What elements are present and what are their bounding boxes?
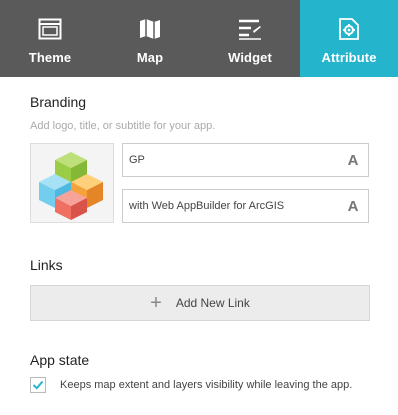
tab-theme[interactable]: Theme [0, 0, 100, 77]
keep-map-state-checkbox[interactable] [30, 377, 46, 393]
map-icon [137, 16, 163, 42]
add-new-link-button[interactable]: + Add New Link [30, 285, 370, 321]
tab-theme-label: Theme [28, 50, 72, 65]
branding-hint: Add logo, title, or subtitle for your ap… [30, 120, 216, 132]
attribute-gear-icon [336, 16, 362, 42]
plus-icon: + [150, 292, 162, 314]
app-subtitle-field[interactable]: with Web AppBuilder for ArcGIS A [122, 189, 369, 223]
tab-attribute[interactable]: Attribute [300, 0, 398, 77]
keep-map-state-label: Keeps map extent and layers visibility w… [60, 379, 353, 391]
tab-widget-label: Widget [228, 50, 272, 65]
theme-window-icon [37, 16, 63, 42]
branding-heading: Branding [30, 94, 87, 110]
add-new-link-label: Add New Link [175, 296, 250, 310]
tab-map-label: Map [136, 50, 164, 65]
tab-map[interactable]: Map [100, 0, 200, 77]
app-logo-cubes-icon [39, 152, 103, 220]
app-title-value: GP [129, 154, 145, 166]
tab-widget[interactable]: Widget [200, 0, 300, 77]
tab-attribute-label: Attribute [321, 50, 377, 65]
app-subtitle-value: with Web AppBuilder for ArcGIS [129, 200, 285, 212]
app-state-heading: App state [30, 352, 90, 368]
links-heading: Links [30, 257, 63, 273]
widget-list-icon [237, 16, 263, 42]
title-font-button[interactable]: A [338, 152, 368, 169]
checkmark-icon [32, 380, 44, 390]
tab-bar: Theme Map Widget Attribute [0, 0, 398, 77]
subtitle-font-button[interactable]: A [338, 198, 368, 215]
app-title-field[interactable]: GP A [122, 143, 369, 177]
logo-upload[interactable] [30, 143, 114, 223]
